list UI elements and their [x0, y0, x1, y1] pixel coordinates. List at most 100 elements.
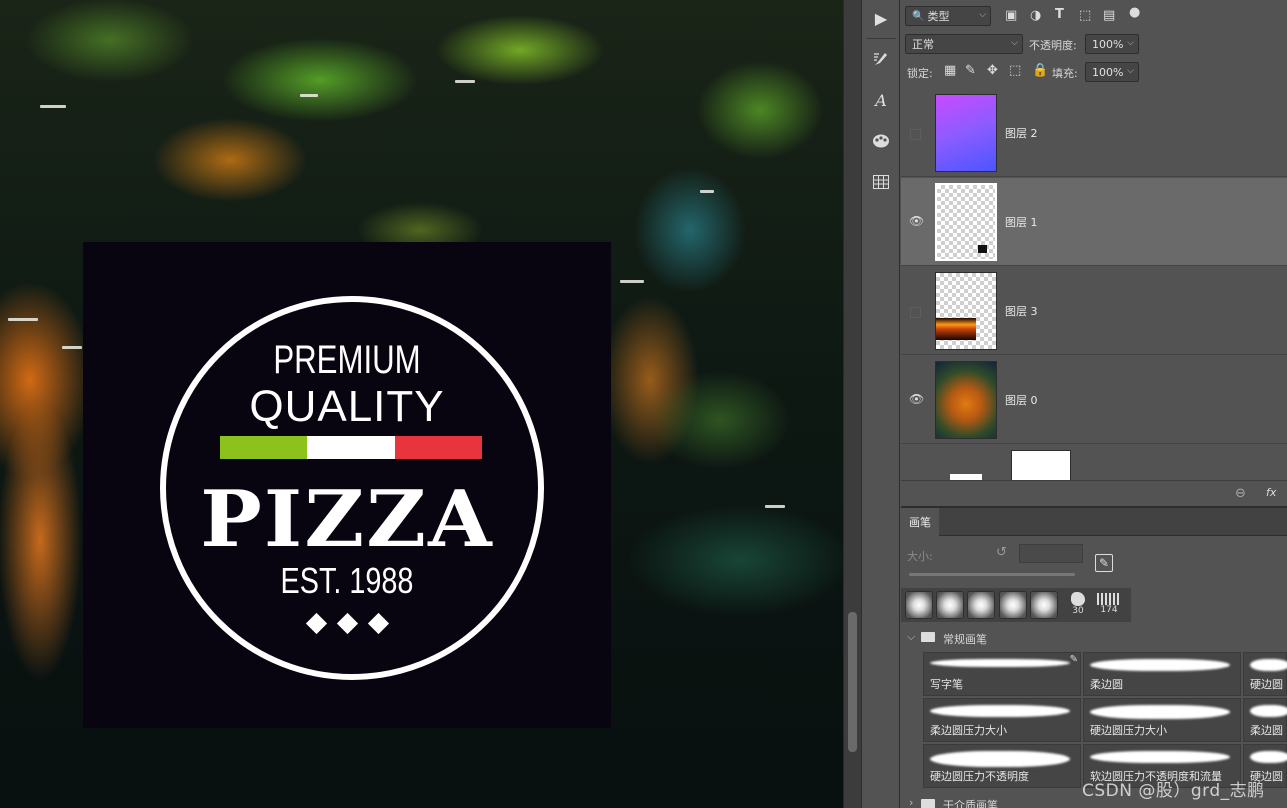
water-reflection — [620, 280, 644, 283]
layer-name[interactable]: 图层 0 — [1005, 392, 1038, 408]
brush-preset-tip[interactable] — [1030, 591, 1058, 619]
layer-mask-thumbnail — [1011, 450, 1071, 480]
layer-row-2[interactable]: 图层 2 — [901, 89, 1287, 177]
brush-item[interactable]: 柔边圆 — [1243, 698, 1287, 742]
brush-preset-tip[interactable] — [905, 591, 933, 619]
logo-est-text: EST. 1988 — [280, 560, 414, 601]
layer-row-3[interactable]: 图层 3 — [901, 267, 1287, 355]
visibility-toggle[interactable] — [910, 307, 921, 318]
brush-preset-30[interactable]: 30 — [1064, 590, 1092, 620]
layers-filter-row: 🔍 类型 ⌵ ▣ ◑ T ⬚ ▤ ● — [901, 2, 1287, 30]
brush-tip-icon — [1097, 593, 1121, 605]
brush-item[interactable]: 柔边圆 — [1083, 652, 1241, 696]
layer-row-0[interactable]: 👁 图层 0 — [901, 356, 1287, 444]
brush-item[interactable]: ✎ 写字笔 — [923, 652, 1081, 696]
water-reflection — [700, 190, 714, 193]
fx-button[interactable]: fx — [1266, 486, 1276, 499]
size-input[interactable] — [1019, 544, 1083, 563]
folder-icon — [921, 799, 935, 808]
opacity-value: 100% — [1092, 37, 1124, 51]
reset-icon[interactable]: ↺ — [996, 545, 1007, 560]
brush-tip-icon — [1071, 592, 1085, 606]
water-reflection — [62, 346, 82, 349]
brush-group-header[interactable]: ⌵ 常规画笔 — [901, 628, 1287, 650]
brush-settings-icon[interactable] — [862, 43, 900, 75]
pixel-layer-filter-icon[interactable]: ▣ — [1005, 8, 1017, 23]
diamond-icon — [336, 612, 358, 635]
water-reflection — [8, 318, 38, 321]
chevron-down-icon: ⌵ — [1011, 38, 1018, 48]
document-canvas[interactable]: PREMIUM QUALITY PIZZA EST. 1988 — [0, 0, 843, 808]
eye-icon[interactable]: 👁 — [909, 392, 924, 406]
table-icon[interactable] — [862, 166, 900, 198]
brush-stroke-preview — [1250, 659, 1287, 671]
layer-row-partial[interactable] — [901, 445, 1287, 480]
adjustment-layer-filter-icon[interactable]: ◑ — [1030, 8, 1041, 23]
brush-stroke-preview — [930, 659, 1070, 667]
brush-stroke-preview — [1250, 751, 1287, 763]
smart-object-filter-icon[interactable]: ▤ — [1103, 8, 1115, 23]
diamond-icon — [367, 612, 389, 635]
fill-input[interactable]: 100% ⌵ — [1085, 62, 1139, 82]
chevron-down-icon: ⌵ — [979, 10, 986, 20]
divider — [866, 38, 896, 39]
palette-icon[interactable] — [862, 125, 900, 157]
blend-mode-value: 正常 — [912, 38, 934, 51]
canvas-vertical-scrollbar[interactable] — [843, 0, 861, 808]
brush-preset-tip[interactable] — [999, 591, 1027, 619]
filter-toggle-icon[interactable]: ● — [1129, 5, 1140, 20]
layer-thumbnail — [935, 94, 997, 172]
folder-icon — [921, 632, 935, 642]
eye-icon[interactable]: 👁 — [909, 214, 924, 228]
brush-panel: 画笔 大小: ↺ ✎ 30 174 ⌵ 常规画笔 ✎ 写字笔 柔边圆 硬边圆 柔… — [901, 506, 1287, 808]
logo-premium-text: PREMIUM — [273, 338, 421, 382]
lock-all-icon[interactable]: 🔒 — [1032, 63, 1048, 78]
brush-preset-tip[interactable] — [936, 591, 964, 619]
brush-stroke-preview — [1090, 705, 1230, 719]
filter-kind-select[interactable]: 🔍 类型 ⌵ — [905, 6, 991, 26]
brush-label: 写字笔 — [930, 678, 963, 691]
tab-brush[interactable]: 画笔 — [901, 508, 939, 536]
type-layer-filter-icon[interactable]: T — [1055, 7, 1064, 22]
shape-layer-filter-icon[interactable]: ⬚ — [1079, 8, 1091, 23]
layer-name[interactable]: 图层 2 — [1005, 125, 1038, 141]
play-icon[interactable]: ▶ — [862, 2, 900, 34]
layer-name[interactable]: 图层 3 — [1005, 303, 1038, 319]
character-icon[interactable]: A — [862, 84, 900, 116]
lock-image-icon[interactable]: ✎ — [965, 63, 976, 78]
brush-presets-strip: 30 174 — [901, 588, 1131, 622]
visibility-toggle[interactable] — [910, 129, 921, 140]
layer-thumbnail — [935, 183, 997, 261]
brush-item[interactable]: 硬边圆压力大小 — [1083, 698, 1241, 742]
watermark-text: CSDN @股）grd_志鹏 — [1082, 781, 1265, 801]
size-slider[interactable] — [909, 573, 1075, 576]
layers-lock-row: 锁定: ▦ ✎ ✥ ⬚ 🔒 填充: 100% ⌵ — [901, 58, 1287, 86]
brush-item[interactable]: 硬边圆 — [1243, 652, 1287, 696]
pizza-logo-artwork: PREMIUM QUALITY PIZZA EST. 1988 — [83, 242, 611, 728]
link-icon[interactable]: ⊖ — [1235, 486, 1246, 501]
brush-label: 柔边圆压力大小 — [930, 724, 1007, 737]
thumbnail-content — [978, 245, 987, 253]
panel-tool-strip: ▶ A — [861, 0, 900, 808]
water-reflection — [455, 80, 475, 83]
blend-mode-select[interactable]: 正常 ⌵ — [905, 34, 1023, 54]
brush-stroke-preview — [930, 705, 1070, 717]
search-icon: 🔍 — [912, 10, 925, 22]
brush-label: 柔边圆 — [1250, 724, 1283, 737]
brush-item[interactable]: 柔边圆压力大小 — [923, 698, 1081, 742]
scrollbar-thumb[interactable] — [848, 612, 857, 752]
lock-position-icon[interactable]: ✥ — [987, 63, 998, 78]
brush-preset-tip[interactable] — [967, 591, 995, 619]
opacity-input[interactable]: 100% ⌵ — [1085, 34, 1139, 54]
layer-row-1[interactable]: 👁 图层 1 — [901, 178, 1287, 266]
lock-transparency-icon[interactable]: ▦ — [944, 63, 956, 78]
new-brush-icon[interactable]: ✎ — [1095, 554, 1113, 572]
flag-red — [394, 436, 482, 459]
italian-flag-stripe — [220, 436, 482, 459]
brush-tab-bar: 画笔 — [901, 508, 1287, 536]
layer-name[interactable]: 图层 1 — [1005, 214, 1038, 230]
lock-artboard-icon[interactable]: ⬚ — [1009, 63, 1021, 78]
brush-item[interactable]: 硬边圆压力不透明度 — [923, 744, 1081, 788]
flag-green — [220, 436, 308, 459]
brush-preset-174[interactable]: 174 — [1094, 590, 1124, 620]
